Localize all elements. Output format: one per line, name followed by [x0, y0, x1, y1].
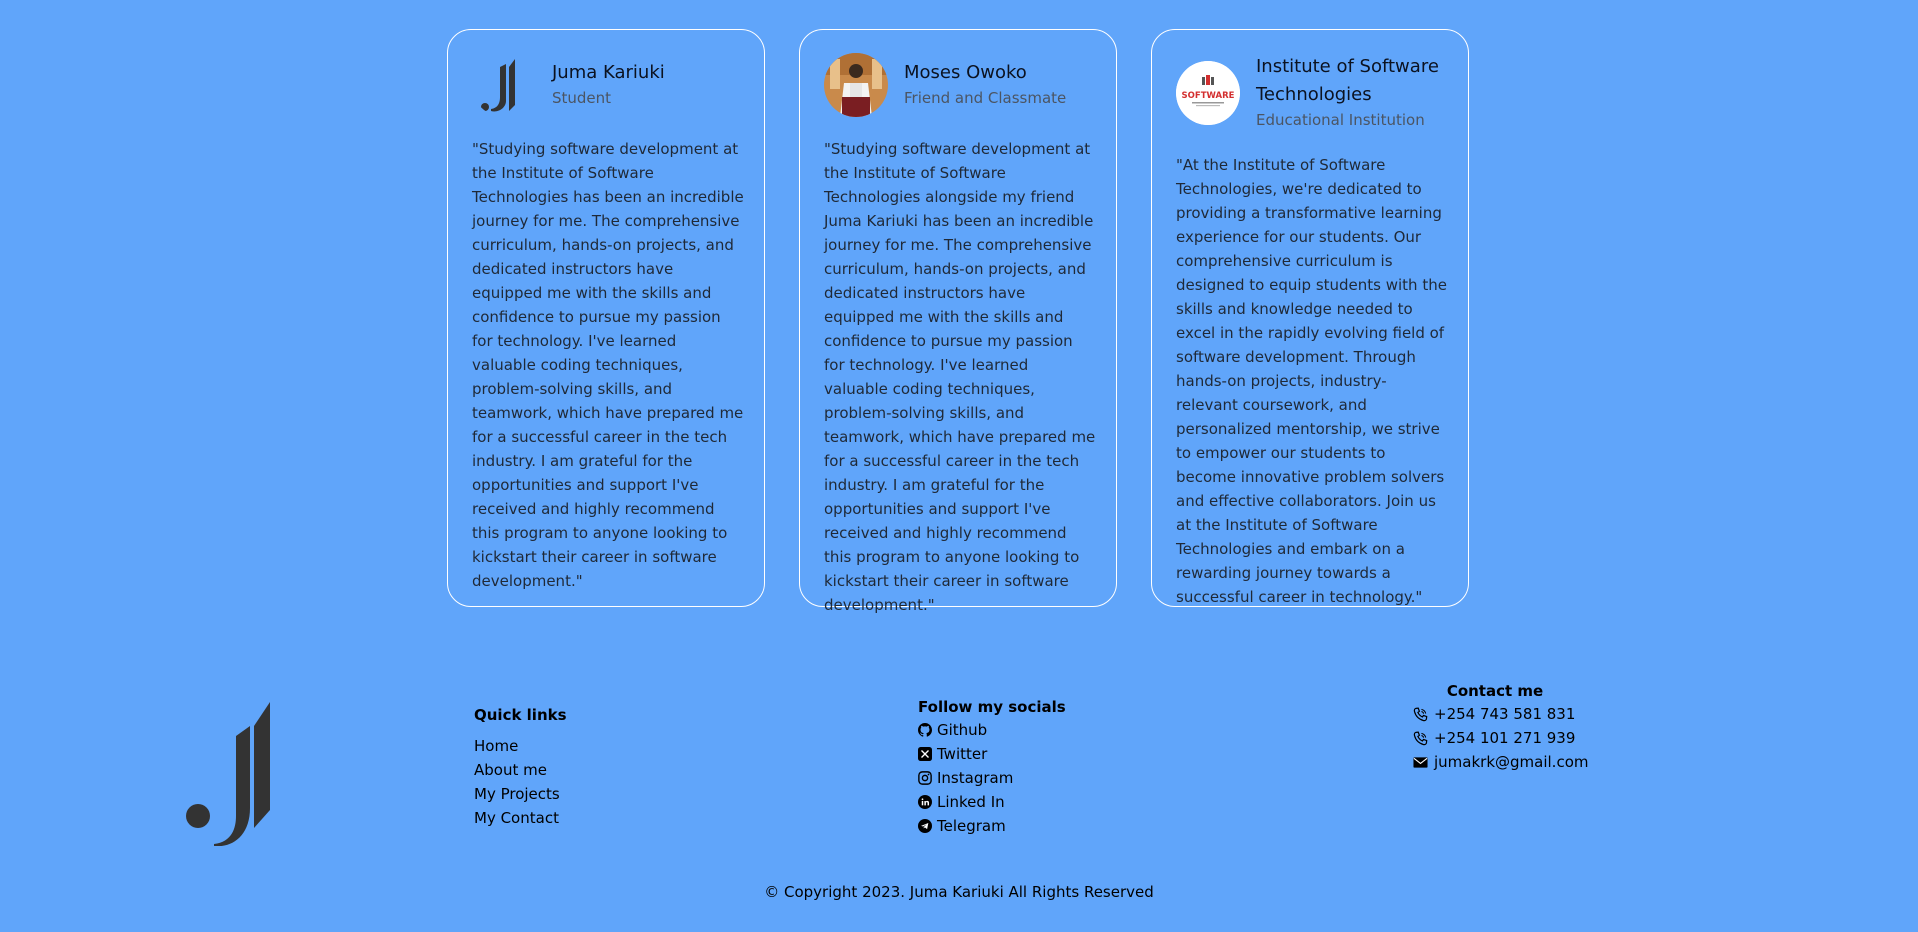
social-label: Github: [937, 721, 988, 739]
x-twitter-icon: [918, 747, 932, 761]
footer-link-projects[interactable]: My Projects: [474, 782, 567, 806]
contact: Contact me +254 743 581 831 +254 101 271…: [1413, 680, 1588, 774]
testimonial-header: Moses Owoko Friend and Classmate: [824, 53, 1066, 117]
institute-logo-avatar-icon: SOFTWARE: [1176, 61, 1240, 125]
social-label: Telegram: [937, 817, 1006, 835]
testimonial-role: Friend and Classmate: [904, 89, 1067, 107]
contact-phone-1[interactable]: +254 743 581 831: [1413, 702, 1588, 726]
profile-photo-avatar-icon: [824, 53, 888, 117]
testimonial-name: Juma Kariuki: [552, 62, 665, 83]
telegram-icon: [918, 819, 932, 833]
testimonial-header: SOFTWARE Institute of Software Technolog…: [1176, 53, 1456, 131]
social-label: Instagram: [937, 769, 1014, 787]
social-link-telegram[interactable]: Telegram: [918, 814, 1066, 838]
instagram-icon: [918, 771, 932, 785]
testimonial-card-institute: SOFTWARE Institute of Software Technolog…: [1151, 29, 1469, 607]
contact-phone-2[interactable]: +254 101 271 939: [1413, 726, 1588, 750]
testimonials-section: Juma Kariuki Student "Studying software …: [0, 0, 1918, 620]
social-link-linkedin[interactable]: Linked In: [918, 790, 1066, 814]
contact-email[interactable]: jumakrk@gmail.com: [1413, 750, 1588, 774]
testimonial-role: Educational Institution: [1256, 111, 1425, 129]
quick-links: Quick links Home About me My Projects My…: [474, 704, 567, 830]
testimonial-card-juma: Juma Kariuki Student "Studying software …: [447, 29, 765, 607]
contact-phone-label: +254 743 581 831: [1434, 705, 1576, 723]
social-label: Linked In: [937, 793, 1005, 811]
svg-text:SOFTWARE: SOFTWARE: [1182, 91, 1235, 101]
envelope-icon: [1413, 756, 1428, 768]
linkedin-icon: [918, 795, 932, 809]
footer-link-contact[interactable]: My Contact: [474, 806, 567, 830]
contact-title: Contact me: [1446, 682, 1544, 700]
testimonial-name: Moses Owoko: [904, 62, 1027, 83]
social-link-instagram[interactable]: Instagram: [918, 766, 1066, 790]
socials-title: Follow my socials: [918, 698, 1066, 716]
github-icon: [918, 723, 932, 737]
copyright-text: © Copyright 2023. Juma Kariuki All Right…: [764, 883, 1154, 901]
footer-link-home[interactable]: Home: [474, 734, 567, 758]
quick-links-title: Quick links: [474, 706, 567, 724]
contact-phone-label: +254 101 271 939: [1434, 729, 1576, 747]
socials: Follow my socials Github Twitter Instagr…: [918, 696, 1066, 838]
contact-email-label: jumakrk@gmail.com: [1434, 753, 1589, 771]
jk-logo-avatar-icon: [472, 53, 536, 117]
social-link-twitter[interactable]: Twitter: [918, 742, 1066, 766]
phone-icon: [1413, 706, 1428, 721]
testimonial-quote: "At the Institute of Software Technologi…: [1176, 156, 1447, 606]
testimonial-quote: "Studying software development at the In…: [824, 140, 1096, 614]
testimonial-card-moses: Moses Owoko Friend and Classmate "Studyi…: [799, 29, 1117, 614]
footer-link-about[interactable]: About me: [474, 758, 567, 782]
social-link-github[interactable]: Github: [918, 718, 1066, 742]
testimonial-quote: "Studying software development at the In…: [472, 140, 744, 590]
jk-logo-icon: [184, 698, 274, 850]
phone-icon: [1413, 730, 1428, 745]
social-label: Twitter: [937, 745, 988, 763]
testimonial-name: Institute of Software Technologies: [1256, 56, 1439, 105]
testimonial-role: Student: [552, 89, 612, 107]
testimonial-header: Juma Kariuki Student: [472, 53, 665, 117]
